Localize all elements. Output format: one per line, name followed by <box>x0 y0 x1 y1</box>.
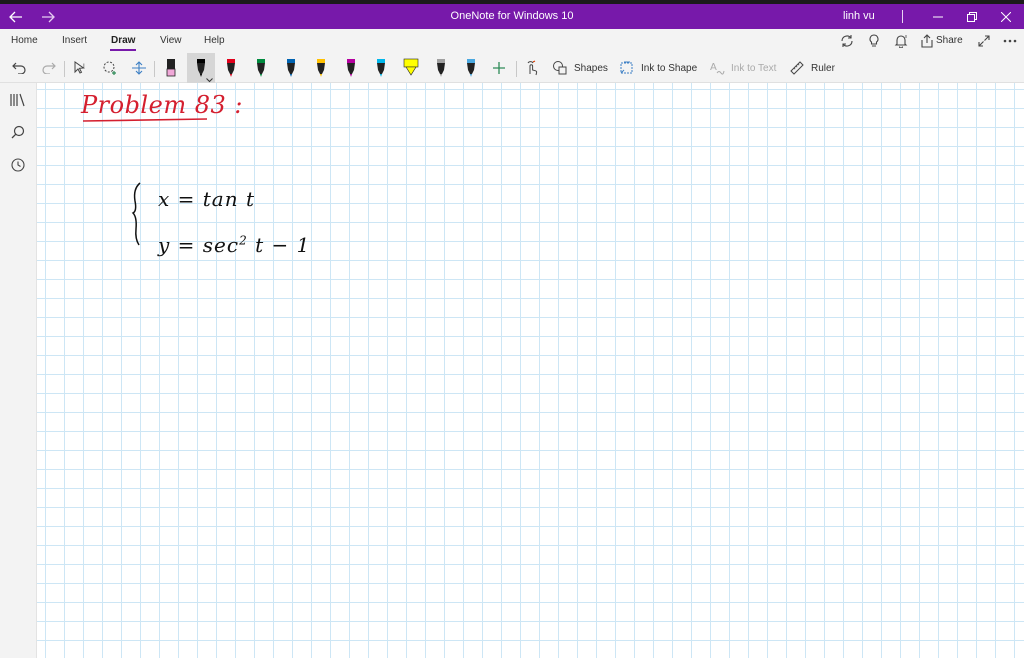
notebooks-icon[interactable] <box>10 92 26 108</box>
ink-to-text-label: Ink to Text <box>731 62 777 74</box>
title-bar: OneNote for Windows 10 linh vu <box>0 4 1024 29</box>
touch-draw-icon[interactable] <box>522 57 542 79</box>
equation-y-right: t − 1 <box>255 233 311 257</box>
fullscreen-icon[interactable] <box>976 33 992 49</box>
minimize-icon[interactable] <box>928 4 948 29</box>
tab-view[interactable]: View <box>160 35 182 46</box>
equation-y-left: y = sec <box>158 233 240 257</box>
brace-stroke <box>131 182 141 246</box>
notifications-icon[interactable] <box>893 33 909 49</box>
tab-home[interactable]: Home <box>11 35 38 46</box>
sync-icon[interactable] <box>839 33 855 49</box>
ink-to-text-button[interactable]: A Ink to Text <box>709 57 776 79</box>
add-pen-icon[interactable] <box>490 57 508 79</box>
titlebar-divider <box>902 10 903 23</box>
equation-x[interactable]: x = tan t <box>158 187 255 211</box>
tab-draw[interactable]: Draw <box>111 35 135 46</box>
share-button-label[interactable]: Share <box>936 35 963 46</box>
ruler-label: Ruler <box>811 62 835 74</box>
ribbon-tabs: Home Insert Draw View Help Share <box>0 29 1024 53</box>
share-icon[interactable] <box>919 33 935 49</box>
restore-icon[interactable] <box>962 4 982 29</box>
svg-text:A: A <box>710 62 717 73</box>
heading-underline-stroke <box>82 118 208 122</box>
left-sidebar <box>0 83 37 658</box>
close-icon[interactable] <box>996 4 1016 29</box>
search-icon[interactable] <box>10 124 26 140</box>
toolbar-divider <box>516 61 517 77</box>
ink-layer <box>82 118 208 246</box>
ruler-button[interactable]: Ruler <box>789 57 835 79</box>
more-options-icon[interactable] <box>1002 33 1018 49</box>
recent-notes-icon[interactable] <box>10 157 26 173</box>
note-canvas[interactable]: Problem 83 : x = tan t y = sec2 t − 1 <box>37 83 1024 658</box>
page-heading[interactable]: Problem 83 : <box>81 91 243 119</box>
user-name[interactable]: linh vu <box>843 10 875 22</box>
tab-help[interactable]: Help <box>204 35 225 46</box>
equation-y[interactable]: y = sec2 t − 1 <box>158 233 310 257</box>
toolbar-right-tools: Shapes Ink to Shape A Ink to Text Ruler <box>0 53 1024 83</box>
ink-to-shape-label: Ink to Shape <box>641 62 698 74</box>
active-tab-indicator <box>110 49 136 51</box>
tab-insert[interactable]: Insert <box>62 35 87 46</box>
equation-y-exponent: 2 <box>239 233 248 248</box>
lightbulb-icon[interactable] <box>866 33 882 49</box>
ink-to-shape-button[interactable]: Ink to Shape <box>619 57 697 79</box>
shapes-label: Shapes <box>574 62 608 74</box>
shapes-button[interactable]: Shapes <box>552 57 608 79</box>
